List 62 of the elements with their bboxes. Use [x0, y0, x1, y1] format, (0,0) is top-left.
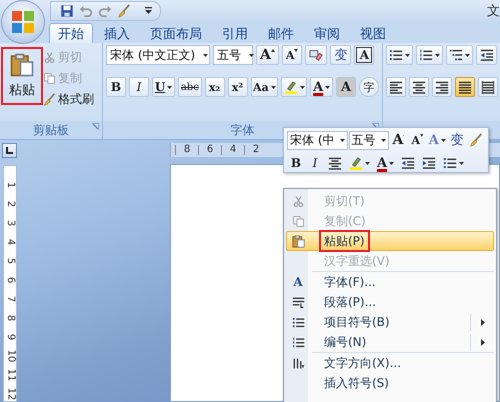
enclose-character-button[interactable]: 字: [359, 77, 380, 97]
menu-item[interactable]: 段落(P)...: [286, 292, 494, 312]
font-size-field[interactable]: 五号: [213, 45, 253, 65]
italic-button[interactable]: I: [306, 153, 324, 173]
ribbon-tab[interactable]: 页面布局: [141, 23, 211, 43]
ribbon-tab[interactable]: 视图: [351, 23, 395, 43]
ruler-number: 6: [198, 145, 221, 155]
shrink-font-button[interactable]: A: [282, 45, 302, 65]
vertical-ruler[interactable]: 1 2 3 4 5 6 7 8 9 10 11 12: [3, 165, 17, 402]
menu-item[interactable]: 粘贴(P): [286, 231, 494, 251]
superscript-button[interactable]: x²: [228, 77, 248, 97]
menu-item[interactable]: 项目符号(B): [286, 312, 494, 332]
strikethrough-button[interactable]: abc: [178, 77, 202, 97]
ruler-number: 2: [244, 145, 267, 155]
subscript-button[interactable]: x₂: [204, 77, 225, 97]
bold-button[interactable]: B: [106, 77, 126, 97]
ruler-number: 2: [4, 200, 16, 208]
ruler-number: 9: [4, 334, 16, 340]
change-case-button[interactable]: Aa: [250, 77, 278, 97]
shrink-font-button[interactable]: A: [408, 130, 426, 150]
character-shading-button[interactable]: A: [336, 77, 356, 97]
font-glyph: A: [293, 275, 303, 289]
format-painter-button[interactable]: 格式刷: [42, 89, 95, 109]
font-color-button[interactable]: A: [374, 153, 398, 173]
grow-font-button[interactable]: A: [390, 130, 408, 150]
ribbon-tab[interactable]: 插入: [95, 23, 139, 43]
phonetic-guide-button[interactable]: 变: [330, 45, 352, 65]
ribbon-tab[interactable]: 引用: [213, 23, 257, 43]
character-border-button[interactable]: A: [354, 45, 374, 65]
ruler-number: 6: [4, 276, 16, 284]
ruler-number: 8: [175, 145, 198, 155]
ruler-number: 12: [4, 388, 16, 400]
phonetic-guide-button[interactable]: 变: [448, 130, 466, 150]
menu-item[interactable]: A 字体(F)...: [286, 272, 494, 292]
font-size-field[interactable]: 五号: [348, 130, 388, 150]
ruler-number: 7: [4, 296, 16, 302]
bold-button[interactable]: B: [287, 153, 305, 173]
font-color-button[interactable]: A: [310, 77, 334, 97]
ruler-number: 4: [221, 145, 244, 155]
ribbon-tab[interactable]: 邮件: [259, 23, 303, 43]
ruler-number: 3: [4, 220, 16, 226]
menu-item[interactable]: 文字方向(X)...: [286, 353, 494, 373]
group-label: 剪贴板: [33, 122, 69, 138]
font-name-field[interactable]: 宋体 (中: [287, 130, 348, 150]
paste-button[interactable]: 粘贴: [3, 49, 41, 103]
ribbon-tab[interactable]: 审阅: [305, 23, 349, 43]
grow-font-button[interactable]: A: [256, 45, 279, 65]
ruler-number: 8: [4, 314, 16, 322]
underline-button[interactable]: U: [152, 77, 176, 97]
menu-item[interactable]: 插入符号(S): [286, 373, 494, 393]
font-name-field[interactable]: 宋体 (中文正文): [106, 45, 210, 65]
styles-button[interactable]: A: [428, 130, 447, 150]
ruler-number: 5: [4, 258, 16, 264]
ruler-number: 11: [4, 368, 16, 382]
ruler-number: 1: [4, 182, 16, 188]
window-title: 文: [487, 3, 500, 20]
menu-item[interactable]: 编号(N): [286, 332, 494, 352]
ruler-number: 10: [4, 350, 16, 362]
ribbon-tab[interactable]: 开始: [49, 23, 93, 43]
italic-button[interactable]: I: [129, 77, 149, 97]
ruler-number: 4: [4, 238, 16, 246]
group-label: 字体: [230, 122, 254, 138]
